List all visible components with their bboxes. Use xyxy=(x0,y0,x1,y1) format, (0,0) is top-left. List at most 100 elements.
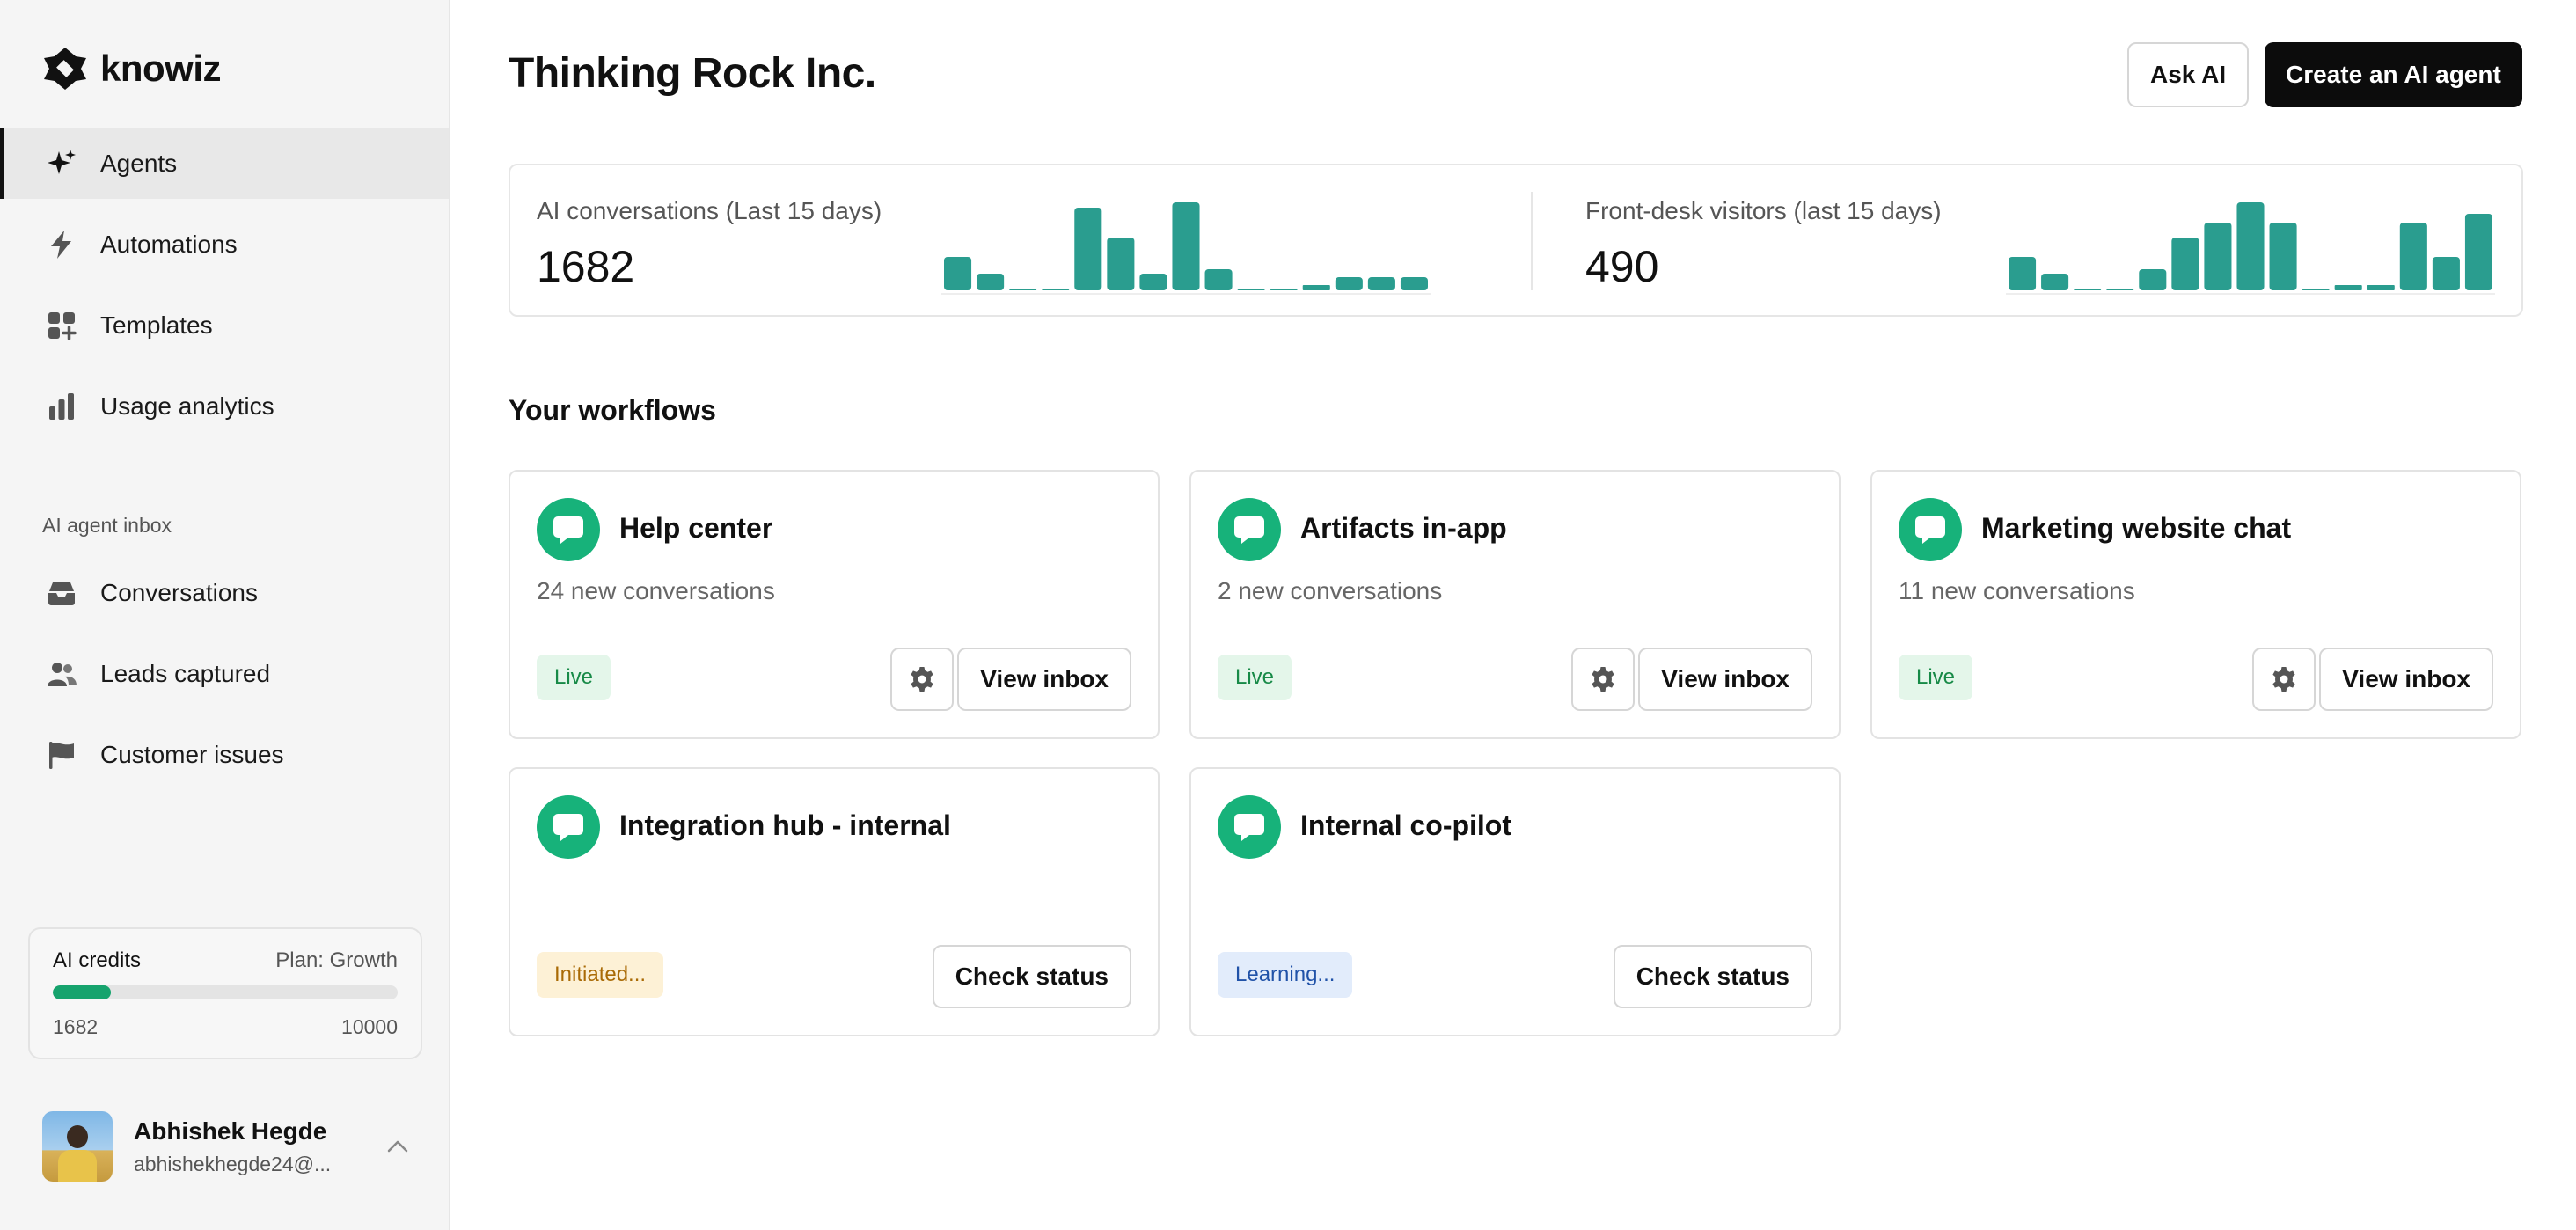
chat-bubble-icon xyxy=(537,498,600,561)
status-badge: Initiated... xyxy=(537,952,664,998)
credits-total: 10000 xyxy=(341,1015,398,1038)
chat-bubble-icon xyxy=(1899,498,1962,561)
ai-credits-panel: AI credits Plan: Growth 1682 10000 xyxy=(28,927,422,1059)
stat-ai-conversations: AI conversations (Last 15 days) 1682 xyxy=(537,165,1504,315)
workflow-card-integration-hub[interactable]: Integration hub - internal Initiated... … xyxy=(509,767,1160,1036)
create-ai-agent-button[interactable]: Create an AI agent xyxy=(2265,42,2522,107)
chart-bar xyxy=(2041,274,2069,290)
workflows-title: Your workflows xyxy=(509,394,716,426)
nav-item-label: Usage analytics xyxy=(100,392,274,420)
bar-chart-icon xyxy=(46,391,77,422)
credits-title: AI credits xyxy=(53,948,142,972)
ask-ai-button[interactable]: Ask AI xyxy=(2127,42,2250,107)
users-icon xyxy=(46,658,77,690)
nav-item-label: Templates xyxy=(100,311,213,339)
stat-value: 490 xyxy=(1585,242,1659,291)
chart-bar xyxy=(1074,208,1102,290)
chart-bar xyxy=(1009,289,1037,290)
chart-bar xyxy=(1107,238,1135,290)
chart-bar xyxy=(2464,214,2492,290)
credits-progress-bar xyxy=(53,985,398,999)
sparkline-bar-chart xyxy=(941,202,1431,295)
nav-item-label: Agents xyxy=(100,150,178,177)
chart-bar xyxy=(2302,289,2330,290)
chart-bar xyxy=(1400,277,1428,290)
stats-divider xyxy=(1531,192,1533,290)
chart-bar xyxy=(2009,257,2037,290)
flag-icon xyxy=(46,739,77,771)
view-inbox-button[interactable]: View inbox xyxy=(2319,648,2493,711)
sparkles-icon xyxy=(46,148,77,179)
stat-label: AI conversations (Last 15 days) xyxy=(537,197,882,224)
chat-bubble-icon xyxy=(1218,498,1281,561)
chart-bar xyxy=(2399,223,2427,290)
brand-logo[interactable]: knowiz xyxy=(42,46,222,92)
sidebar: knowiz Agents Automations Templates Usag… xyxy=(0,0,450,1230)
chart-bar xyxy=(2171,238,2199,290)
chart-bar xyxy=(2432,257,2460,290)
credits-plan: Plan: Growth xyxy=(275,948,398,972)
chat-bubble-icon xyxy=(537,795,600,859)
chart-bar xyxy=(2334,285,2362,290)
nav-item-label: Automations xyxy=(100,231,238,258)
settings-button[interactable] xyxy=(2252,648,2316,711)
chart-bar xyxy=(977,274,1005,290)
nav-item-usage-analytics[interactable]: Usage analytics xyxy=(0,371,449,442)
gear-icon xyxy=(2272,667,2295,692)
chat-bubble-icon xyxy=(1218,795,1281,859)
inbox-section-label: AI agent inbox xyxy=(42,514,172,537)
view-inbox-button[interactable]: View inbox xyxy=(957,648,1131,711)
workflow-card-marketing-website-chat[interactable]: Marketing website chat 11 new conversati… xyxy=(1870,470,2521,739)
chart-bar xyxy=(1335,277,1363,290)
status-badge: Live xyxy=(537,655,611,700)
settings-button[interactable] xyxy=(890,648,954,711)
chevron-up-icon[interactable] xyxy=(384,1132,412,1160)
workflow-card-internal-co-pilot[interactable]: Internal co-pilot Learning... Check stat… xyxy=(1189,767,1841,1036)
brand-name: knowiz xyxy=(100,48,222,89)
user-menu[interactable]: Abhishek Hegde abhishekhegde24@... xyxy=(42,1110,412,1182)
chart-bar xyxy=(1042,289,1070,290)
view-inbox-button[interactable]: View inbox xyxy=(1638,648,1812,711)
workflow-card-help-center[interactable]: Help center 24 new conversations Live Vi… xyxy=(509,470,1160,739)
inbox-nav: Conversations Leads captured Customer is… xyxy=(0,558,449,801)
stats-panel: AI conversations (Last 15 days) 1682 Fro… xyxy=(509,164,2523,317)
avatar xyxy=(42,1111,113,1182)
main-content: Thinking Rock Inc. Ask AI Create an AI a… xyxy=(509,0,2523,1230)
stat-value: 1682 xyxy=(537,242,635,291)
credits-progress-fill xyxy=(53,985,111,999)
workflow-card-artifacts-in-app[interactable]: Artifacts in-app 2 new conversations Liv… xyxy=(1189,470,1841,739)
nav-item-automations[interactable]: Automations xyxy=(0,209,449,280)
chart-bar xyxy=(2074,289,2102,290)
knowiz-logo-icon xyxy=(44,48,86,90)
chart-bar xyxy=(2204,223,2232,290)
chart-bar xyxy=(1172,202,1200,290)
chart-bar xyxy=(1270,289,1298,290)
workflow-title: Artifacts in-app xyxy=(1300,512,1507,544)
nav-item-agents[interactable]: Agents xyxy=(0,128,449,199)
workflow-subtitle: 2 new conversations xyxy=(1218,577,1443,604)
gear-icon xyxy=(911,667,933,692)
chart-bar xyxy=(2269,223,2297,290)
settings-button[interactable] xyxy=(1571,648,1635,711)
gear-icon xyxy=(1592,667,1614,692)
check-status-button[interactable]: Check status xyxy=(932,945,1131,1008)
workflow-subtitle: 11 new conversations xyxy=(1899,577,2135,604)
status-badge: Live xyxy=(1218,655,1292,700)
nav-item-conversations[interactable]: Conversations xyxy=(0,558,449,628)
check-status-button[interactable]: Check status xyxy=(1613,945,1812,1008)
nav-item-templates[interactable]: Templates xyxy=(0,290,449,361)
user-name: Abhishek Hegde xyxy=(134,1117,327,1145)
chart-bar xyxy=(944,257,972,290)
stat-front-desk-visitors: Front-desk visitors (last 15 days) 490 xyxy=(1585,165,2509,315)
sparkline-bar-chart xyxy=(2006,202,2495,295)
lightning-icon xyxy=(46,229,77,260)
chart-bar xyxy=(1237,289,1265,290)
main-nav: Agents Automations Templates Usage analy… xyxy=(0,128,449,452)
chart-bar xyxy=(2236,202,2265,290)
nav-item-leads-captured[interactable]: Leads captured xyxy=(0,639,449,709)
chart-bar xyxy=(2139,269,2167,290)
nav-item-customer-issues[interactable]: Customer issues xyxy=(0,720,449,790)
chart-bar xyxy=(2106,289,2134,290)
workflow-subtitle: 24 new conversations xyxy=(537,577,775,604)
workflow-title: Marketing website chat xyxy=(1981,512,2292,544)
